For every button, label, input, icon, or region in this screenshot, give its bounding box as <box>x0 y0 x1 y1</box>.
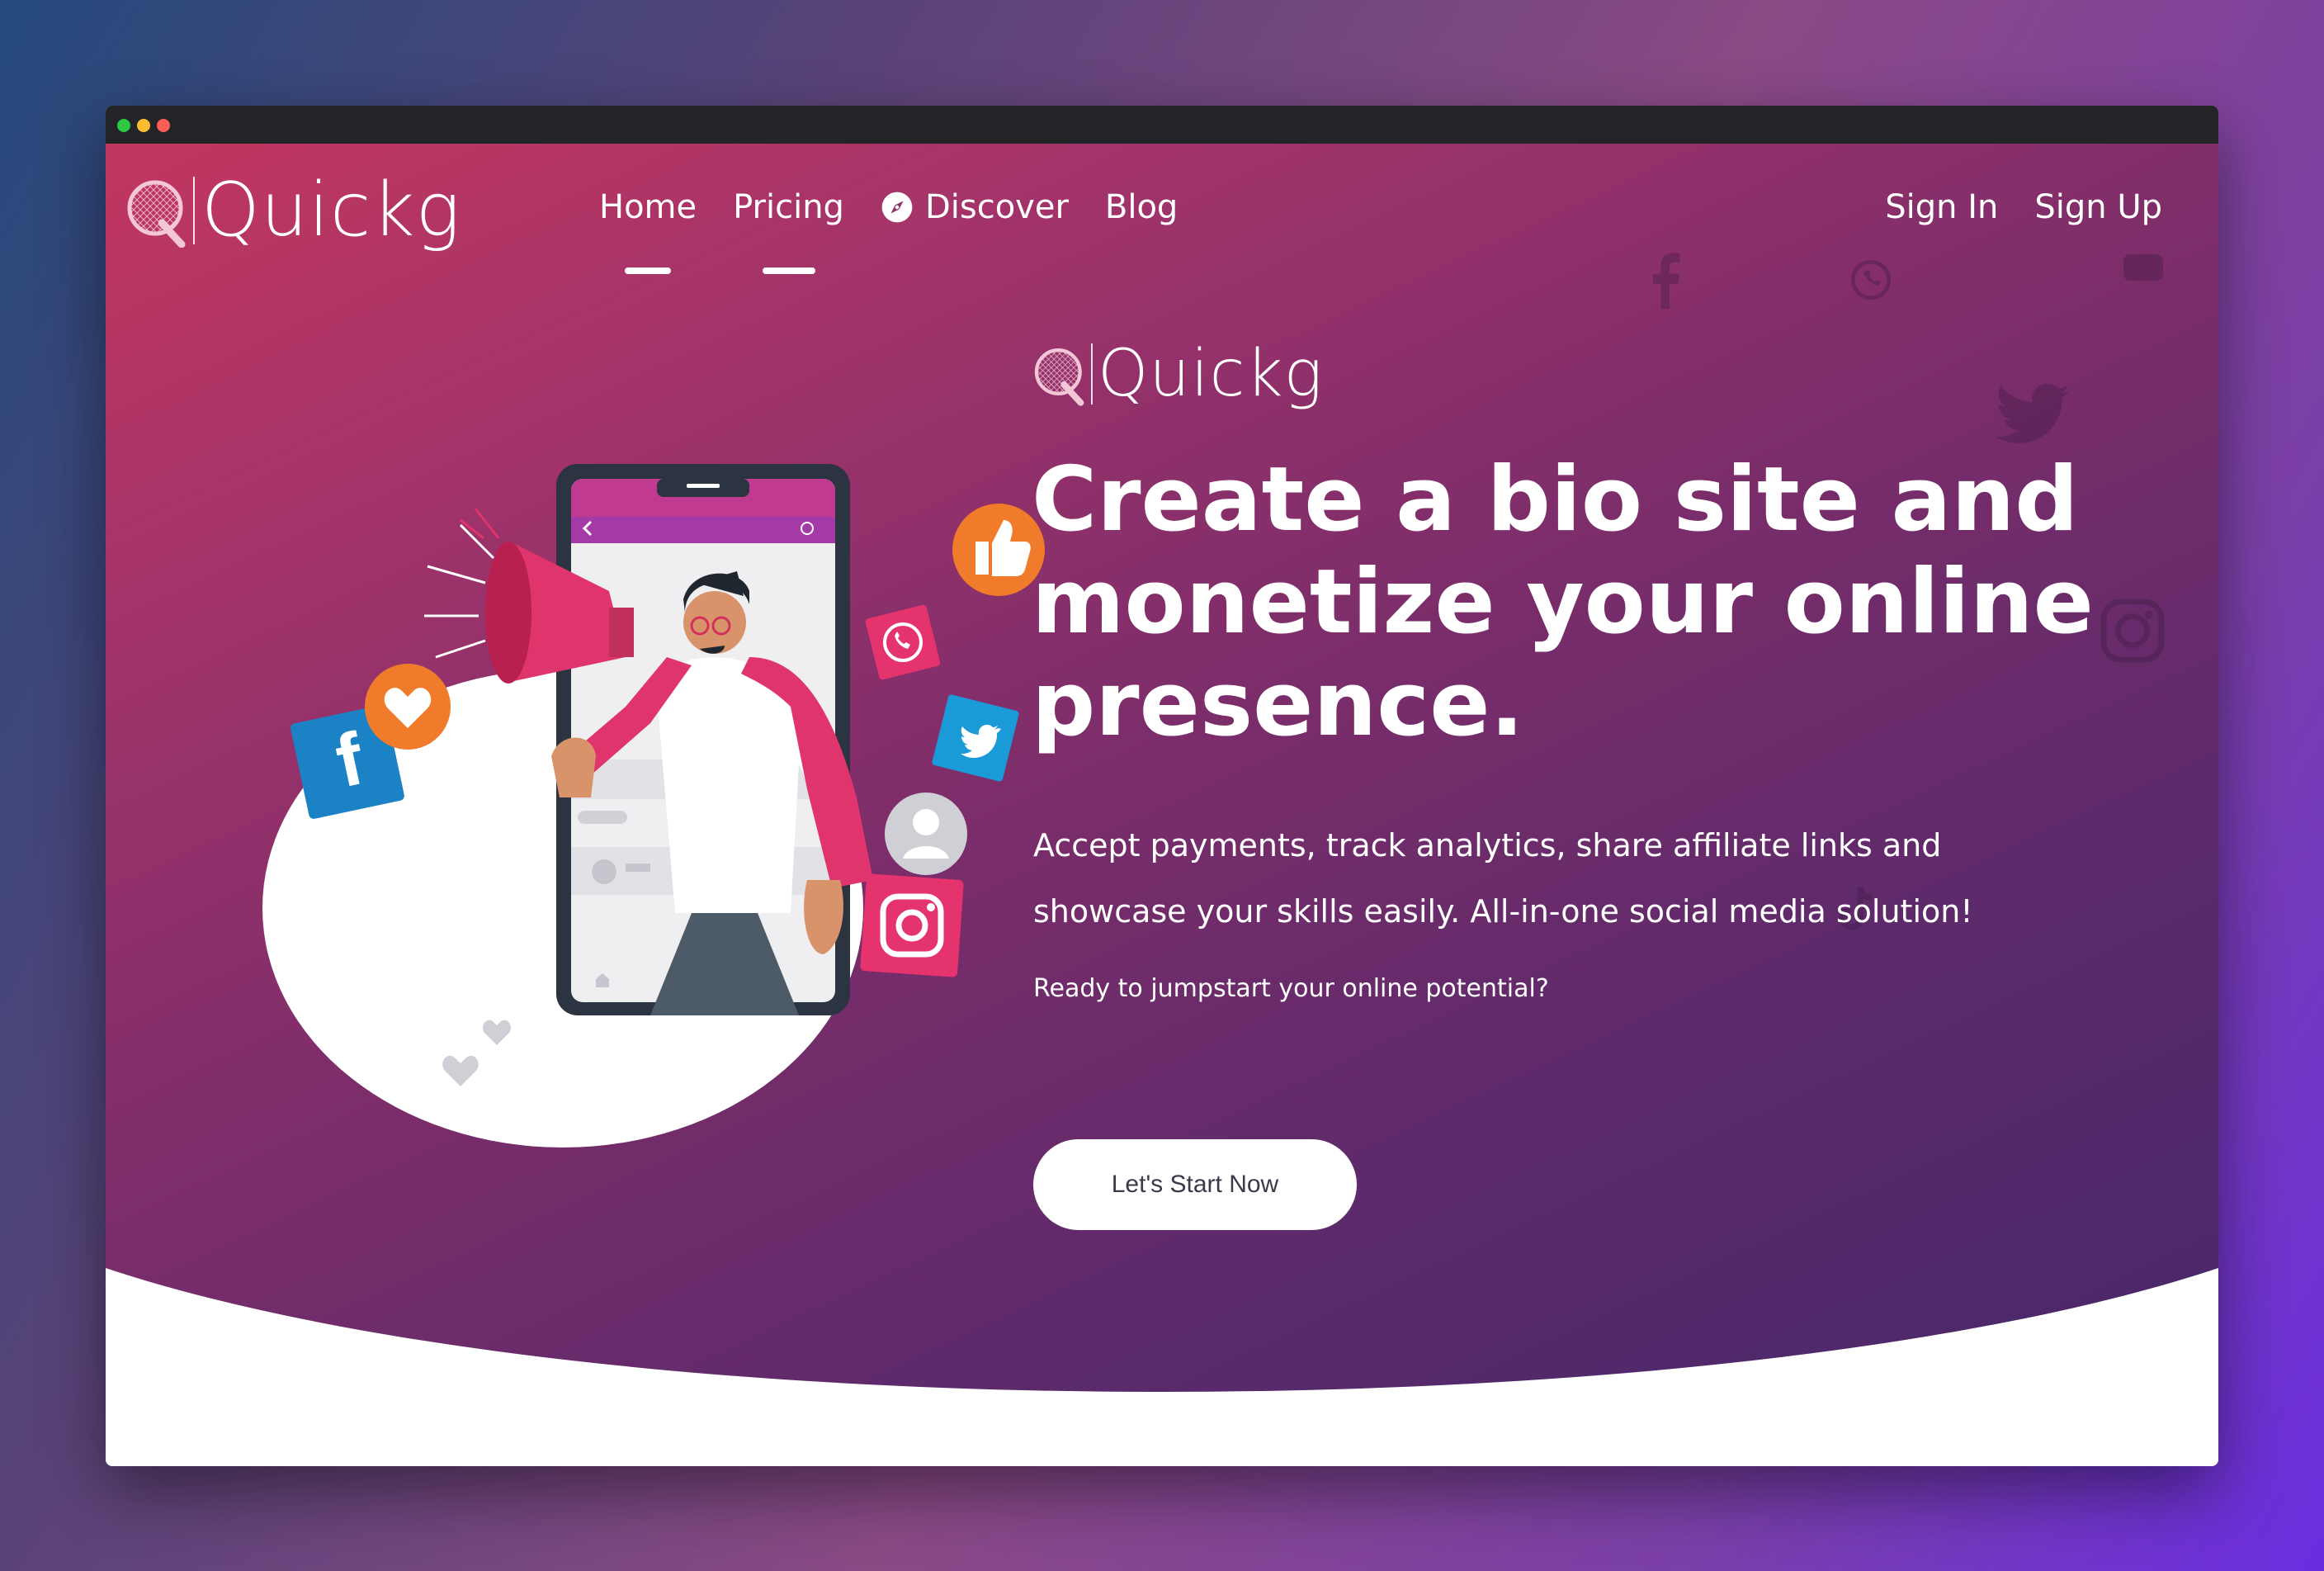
brand-divider <box>193 177 195 244</box>
hero-illustration: f <box>262 464 1045 1147</box>
nav-home[interactable]: Home <box>599 188 697 274</box>
nav-pricing-underline <box>762 267 815 274</box>
instagram-icon <box>860 873 964 977</box>
sign-up-link[interactable]: Sign Up <box>2034 188 2162 226</box>
bg-twitter-icon <box>1996 383 2070 443</box>
nav-discover[interactable]: Discover <box>881 188 1069 226</box>
bg-facebook-icon <box>1653 253 1680 309</box>
whatsapp-icon <box>865 604 941 680</box>
bg-instagram-icon <box>2100 599 2165 663</box>
headline-line: presence. <box>1032 653 1524 756</box>
quickg-logo-icon <box>1034 348 1084 406</box>
main-nav: Home Pricing Discover Blog <box>599 188 1214 274</box>
bottom-curve <box>106 1268 2218 1466</box>
window-minimize-button[interactable] <box>137 119 150 132</box>
window-titlebar <box>106 106 2218 144</box>
bg-youtube-icon <box>2123 254 2163 281</box>
nav-home-label: Home <box>599 188 697 226</box>
headline-line: monetize your online <box>1032 551 2094 654</box>
nav-pricing[interactable]: Pricing <box>733 188 844 274</box>
hero-brand-divider <box>1091 343 1093 405</box>
window-close-button[interactable] <box>157 119 170 132</box>
nav-pricing-label: Pricing <box>733 188 844 226</box>
start-now-button[interactable]: Let's Start Now <box>1033 1139 1357 1230</box>
nav-discover-label: Discover <box>924 188 1069 226</box>
headline-line: Create a bio site and <box>1032 448 2079 551</box>
hero-brand-logo: Quickg <box>1032 342 1323 406</box>
bg-whatsapp-icon <box>1850 259 1892 300</box>
ready-prompt: Ready to jumpstart your online potential… <box>1033 974 1549 1003</box>
landing-page: Quickg Home Pricing Discover Blog Sign I… <box>106 144 2218 1466</box>
brand-name: Quickg <box>201 167 461 253</box>
nav-blog[interactable]: Blog <box>1105 188 1178 226</box>
avatar-icon <box>885 793 967 875</box>
twitter-icon <box>932 694 1019 782</box>
brand-logo[interactable]: Quickg <box>124 173 461 248</box>
nav-blog-label: Blog <box>1104 188 1179 226</box>
compass-icon <box>881 192 913 223</box>
auth-links: Sign In Sign Up <box>1849 188 2162 226</box>
heart-icon <box>365 664 451 750</box>
quickg-logo-icon <box>127 180 186 248</box>
subtitle-line: Accept payments, track analytics, share … <box>1033 827 1942 864</box>
window-maximize-button[interactable] <box>117 119 130 132</box>
hero-brand-name: Quickg <box>1098 337 1324 411</box>
browser-window: Quickg Home Pricing Discover Blog Sign I… <box>106 106 2218 1466</box>
hero-subtitle: Accept payments, track analytics, share … <box>1033 812 1991 944</box>
subtitle-line: showcase your skills easily. All-in-one … <box>1033 893 1973 930</box>
nav-home-underline <box>625 267 672 274</box>
sign-in-link[interactable]: Sign In <box>1885 188 1998 226</box>
hero-headline: Create a bio site and monetize your onli… <box>1032 448 2094 756</box>
